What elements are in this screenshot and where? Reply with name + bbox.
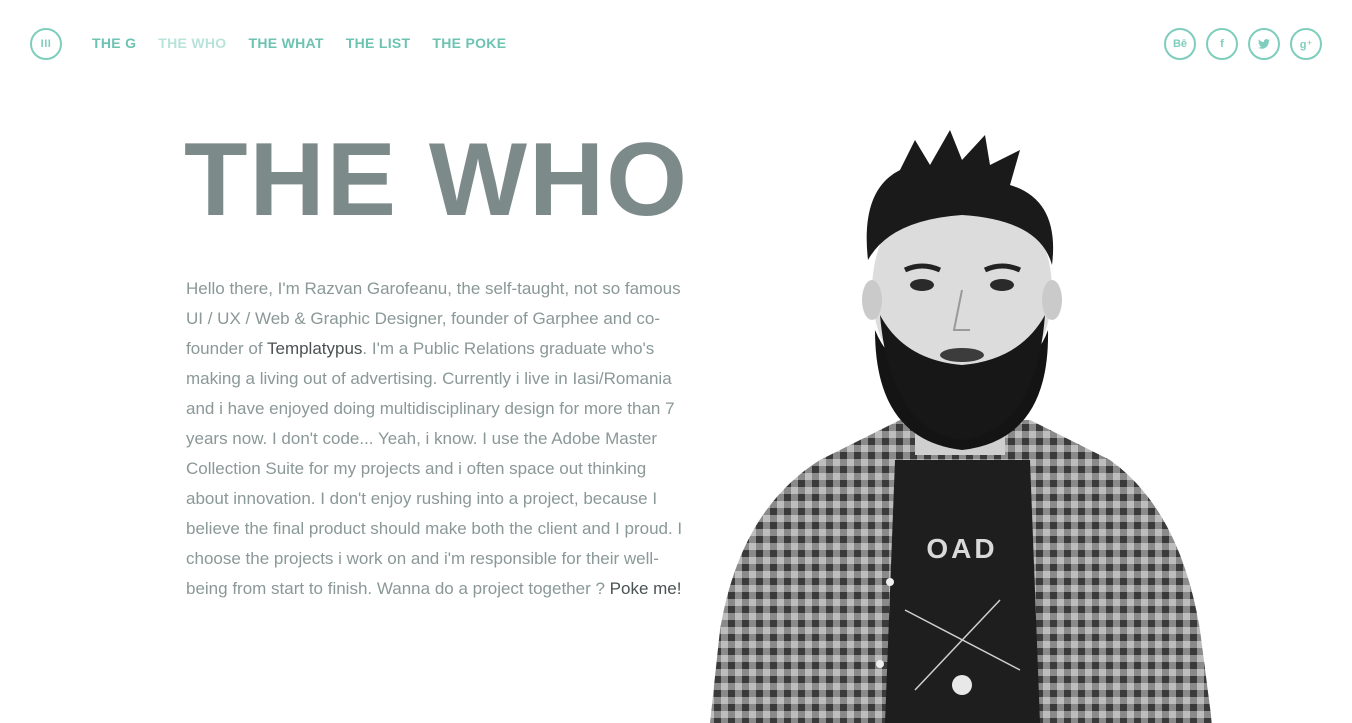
main-nav: THE G THE WHO THE WHAT THE LIST THE POKE: [92, 34, 506, 52]
bio-paragraph: Hello there, I'm Razvan Garofeanu, the s…: [186, 274, 690, 604]
nav-item-the-list[interactable]: THE LIST: [346, 34, 411, 52]
portrait-image: OAD: [710, 130, 1212, 723]
nav-item-the-who[interactable]: THE WHO: [158, 34, 226, 52]
facebook-glyph: f: [1220, 38, 1224, 50]
nav-item-the-g[interactable]: THE G: [92, 34, 136, 52]
menu-icon[interactable]: III: [30, 28, 62, 60]
twitter-bird-icon: [1258, 39, 1270, 49]
social-links: Bē f g⁺: [1164, 28, 1322, 60]
poke-me-link[interactable]: Poke me!: [610, 579, 682, 598]
twitter-icon[interactable]: [1248, 28, 1280, 60]
google-plus-glyph: g⁺: [1299, 38, 1313, 51]
site-header: III THE G THE WHO THE WHAT THE LIST THE …: [0, 0, 1352, 88]
page-title: THE WHO: [184, 122, 690, 238]
shirt-text: OAD: [926, 533, 997, 564]
nav-item-the-what[interactable]: THE WHAT: [249, 34, 324, 52]
behance-glyph: Bē: [1172, 38, 1188, 50]
menu-icon-label: III: [40, 38, 52, 50]
bio-text-2: . I'm a Public Relations graduate who's …: [186, 339, 683, 598]
behance-icon[interactable]: Bē: [1164, 28, 1196, 60]
google-plus-icon[interactable]: g⁺: [1290, 28, 1322, 60]
facebook-icon[interactable]: f: [1206, 28, 1238, 60]
templatypus-link[interactable]: Templatypus: [267, 339, 362, 358]
nav-item-the-poke[interactable]: THE POKE: [432, 34, 506, 52]
